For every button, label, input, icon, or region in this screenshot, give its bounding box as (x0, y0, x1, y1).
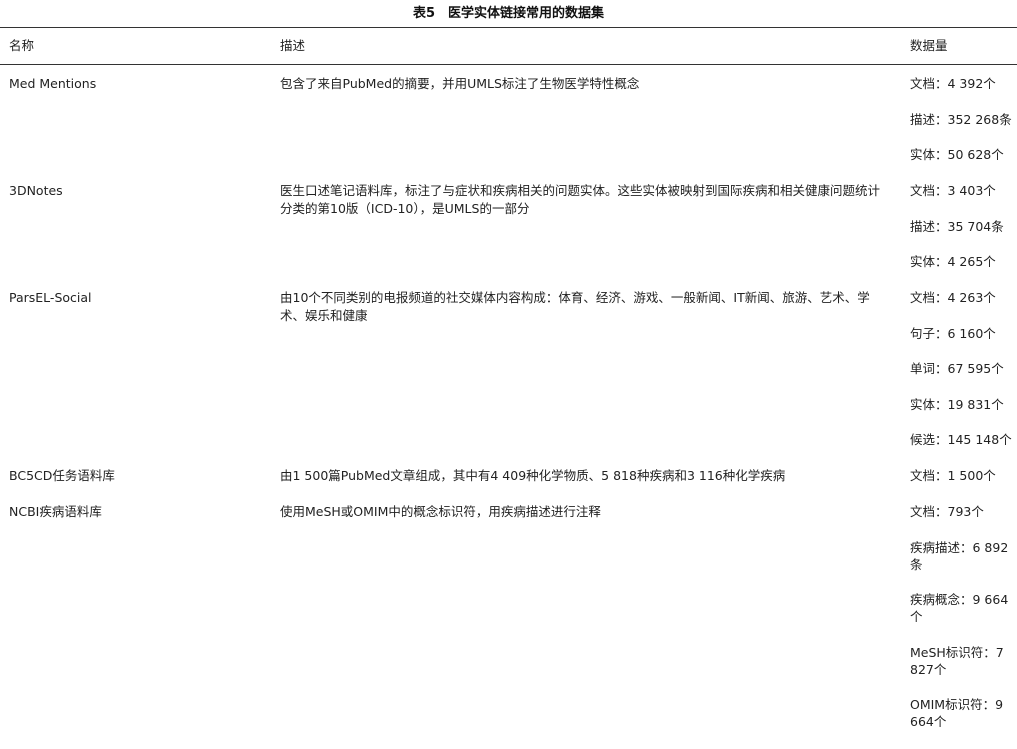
row-name: ParsEL-Social (9, 290, 92, 305)
quantity-item: 描述：35 704条 (910, 218, 1004, 234)
quantity-item: 疾病描述：6 892条 (910, 539, 1009, 572)
table-row: 3DNotes 医生口述笔记语料库，标注了与症状和疾病相关的问题实体。这些实体被… (0, 172, 1017, 279)
row-quantity-list: 文档：3 403个 描述：35 704条 实体：4 265个 (910, 182, 1014, 289)
row-description: 包含了来自PubMed的摘要，并用UMLS标注了生物医学特性概念 (280, 76, 640, 91)
row-description: 由10个不同类别的电报频道的社交媒体内容构成：体育、经济、游戏、一般新闻、IT新… (280, 290, 870, 323)
header-description: 描述 (280, 38, 306, 53)
row-description: 使用MeSH或OMIM中的概念标识符，用疾病描述进行注释 (280, 504, 601, 519)
quantity-item: 描述：352 268条 (910, 111, 1012, 127)
quantity-item: MeSH标识符：7 827个 (910, 644, 1004, 677)
quantity-item: 单词：67 595个 (910, 361, 1004, 376)
quantity-item: 文档：1 500个 (910, 468, 996, 483)
quantity-item: 文档：4 392个 (910, 76, 996, 91)
row-quantity-list: 文档：4 392个 描述：352 268条 实体：50 628个 (910, 75, 1014, 182)
table-row: Med Mentions 包含了来自PubMed的摘要，并用UMLS标注了生物医… (0, 65, 1017, 172)
table-row: ParsEL-Social 由10个不同类别的电报频道的社交媒体内容构成：体育、… (0, 279, 1017, 457)
row-name: 3DNotes (9, 183, 63, 198)
row-quantity-list: 文档：793个 疾病描述：6 892条 疾病概念：9 664个 MeSH标识符：… (910, 503, 1014, 749)
row-name: NCBI疾病语料库 (9, 504, 102, 519)
row-description: 由1 500篇PubMed文章组成，其中有4 409种化学物质、5 818种疾病… (280, 468, 786, 483)
quantity-item: 句子：6 160个 (910, 325, 996, 341)
quantity-item: 文档：793个 (910, 504, 984, 519)
table-header-row: 名称 描述 数据量 (0, 28, 1017, 65)
quantity-item: 实体：4 265个 (910, 254, 996, 269)
quantity-item: 候选：145 148个 (910, 432, 1012, 447)
table-caption: 表5 医学实体链接常用的数据集 (0, 0, 1017, 28)
row-quantity-list: 文档：4 263个 句子：6 160个 单词：67 595个 实体：19 831… (910, 289, 1014, 467)
quantity-item: 实体：50 628个 (910, 147, 1004, 162)
quantity-item: 疾病概念：9 664个 (910, 592, 1009, 624)
quantity-item: 实体：19 831个 (910, 396, 1004, 412)
row-name: BC5CD任务语料库 (9, 468, 115, 483)
header-name: 名称 (9, 38, 35, 53)
row-description: 医生口述笔记语料库，标注了与症状和疾病相关的问题实体。这些实体被映射到国际疾病和… (280, 183, 881, 216)
table-row: BC5CD任务语料库 由1 500篇PubMed文章组成，其中有4 409种化学… (0, 457, 1017, 493)
table-row: NCBI疾病语料库 使用MeSH或OMIM中的概念标识符，用疾病描述进行注释 文… (0, 493, 1017, 733)
row-name: Med Mentions (9, 76, 97, 91)
quantity-item: OMIM标识符：9 664个 (910, 697, 1004, 729)
table-page: 表5 医学实体链接常用的数据集 名称 描述 数据量 Med Mentions 包… (0, 0, 1017, 743)
quantity-item: 文档：3 403个 (910, 183, 996, 198)
header-quantity: 数据量 (910, 38, 948, 53)
quantity-item: 文档：4 263个 (910, 290, 996, 305)
table-body: Med Mentions 包含了来自PubMed的摘要，并用UMLS标注了生物医… (0, 65, 1017, 733)
